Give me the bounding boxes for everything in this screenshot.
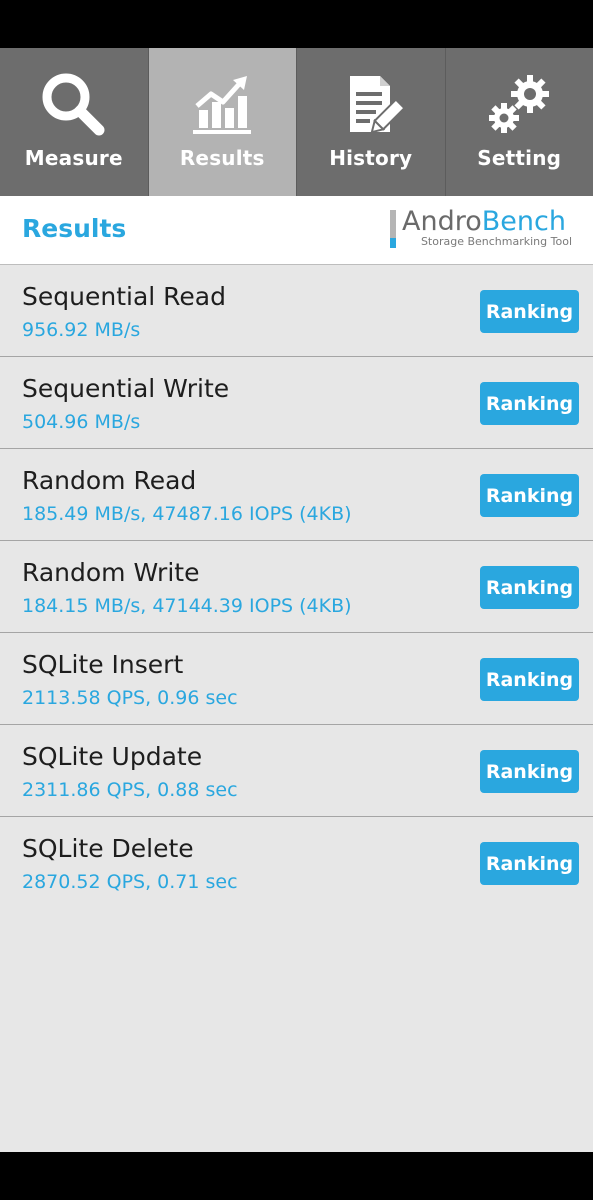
result-row-sqlite-delete: SQLite Delete 2870.52 QPS, 0.71 sec Rank… bbox=[0, 817, 593, 909]
result-value: 185.49 MB/s, 47487.16 IOPS (4KB) bbox=[22, 503, 352, 525]
result-row-random-read: Random Read 185.49 MB/s, 47487.16 IOPS (… bbox=[0, 449, 593, 541]
result-name: SQLite Delete bbox=[22, 834, 194, 863]
navigation-bar bbox=[0, 1152, 593, 1200]
result-row-sequential-read: Sequential Read 956.92 MB/s Ranking bbox=[0, 265, 593, 357]
result-row-sqlite-update: SQLite Update 2311.86 QPS, 0.88 sec Rank… bbox=[0, 725, 593, 817]
androbench-logo: AndroBench Storage Benchmarking Tool bbox=[390, 206, 580, 252]
ranking-button[interactable]: Ranking bbox=[480, 382, 579, 425]
result-row-sequential-write: Sequential Write 504.96 MB/s Ranking bbox=[0, 357, 593, 449]
result-name: Random Write bbox=[22, 558, 200, 587]
result-name: SQLite Update bbox=[22, 742, 203, 771]
ranking-button[interactable]: Ranking bbox=[480, 658, 579, 701]
ranking-button[interactable]: Ranking bbox=[480, 566, 579, 609]
result-row-sqlite-insert: SQLite Insert 2113.58 QPS, 0.96 sec Rank… bbox=[0, 633, 593, 725]
magnifier-icon bbox=[39, 70, 109, 140]
logo-bar-gray bbox=[390, 210, 396, 238]
tab-history-label: History bbox=[329, 146, 413, 170]
result-name: Sequential Read bbox=[22, 282, 226, 311]
result-name: Sequential Write bbox=[22, 374, 230, 403]
status-bar bbox=[0, 0, 593, 48]
result-value: 2113.58 QPS, 0.96 sec bbox=[22, 687, 238, 709]
logo-wordmark: AndroBench bbox=[402, 206, 566, 238]
result-value: 504.96 MB/s bbox=[22, 411, 141, 433]
gears-icon bbox=[484, 70, 554, 140]
result-value: 2311.86 QPS, 0.88 sec bbox=[22, 779, 238, 801]
ranking-button[interactable]: Ranking bbox=[480, 750, 579, 793]
tab-results[interactable]: Results bbox=[148, 48, 297, 196]
result-value: 956.92 MB/s bbox=[22, 319, 141, 341]
ranking-button[interactable]: Ranking bbox=[480, 474, 579, 517]
page-title: Results bbox=[22, 214, 127, 243]
logo-andro-text: Andro bbox=[402, 206, 482, 237]
tab-history[interactable]: History bbox=[297, 48, 446, 196]
tab-setting[interactable]: Setting bbox=[445, 48, 593, 196]
ranking-button[interactable]: Ranking bbox=[480, 842, 579, 885]
result-value: 184.15 MB/s, 47144.39 IOPS (4KB) bbox=[22, 595, 352, 617]
tab-measure[interactable]: Measure bbox=[0, 48, 149, 196]
tab-results-label: Results bbox=[179, 146, 265, 170]
document-pencil-icon bbox=[336, 70, 406, 140]
logo-bench-text: Bench bbox=[481, 206, 566, 237]
logo-tagline: Storage Benchmarking Tool bbox=[420, 235, 572, 248]
result-row-random-write: Random Write 184.15 MB/s, 47144.39 IOPS … bbox=[0, 541, 593, 633]
tab-bar: Measure Results History Setting bbox=[0, 48, 593, 196]
ranking-button[interactable]: Ranking bbox=[480, 290, 579, 333]
results-list: Sequential Read 956.92 MB/s Ranking Sequ… bbox=[0, 265, 593, 909]
chart-icon bbox=[187, 70, 257, 140]
tab-setting-label: Setting bbox=[477, 146, 562, 170]
app-screen: Measure Results History Setting Results … bbox=[0, 48, 593, 1152]
results-header: Results AndroBench Storage Benchmarking … bbox=[0, 196, 593, 265]
result-name: Random Read bbox=[22, 466, 197, 495]
tab-measure-label: Measure bbox=[24, 146, 123, 170]
logo-bar-blue bbox=[390, 238, 396, 248]
result-name: SQLite Insert bbox=[22, 650, 184, 679]
result-value: 2870.52 QPS, 0.71 sec bbox=[22, 871, 238, 893]
